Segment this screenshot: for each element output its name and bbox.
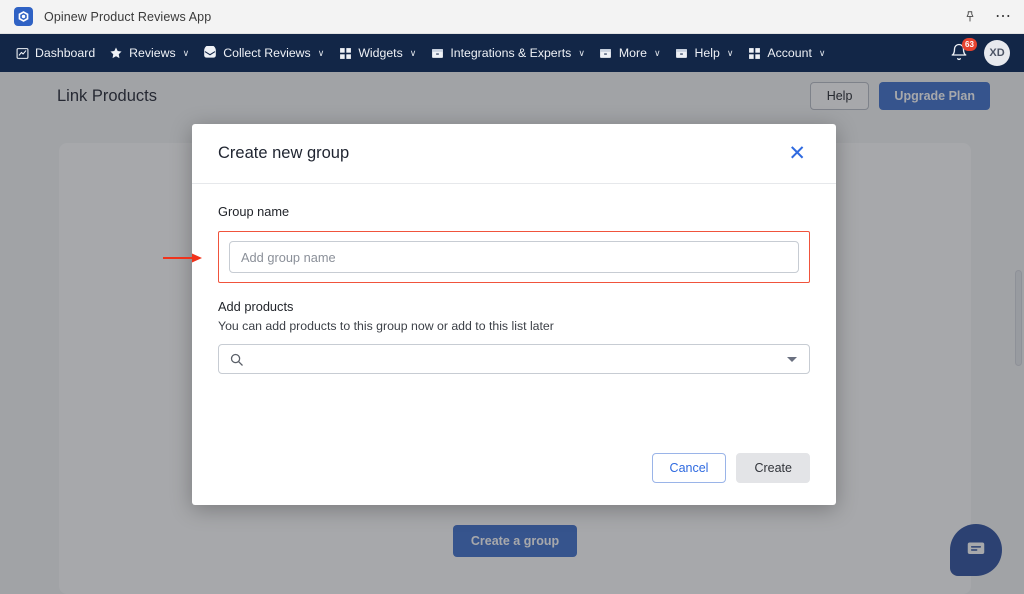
add-products-description: You can add products to this group now o…: [218, 319, 810, 333]
add-products-section: Add products You can add products to thi…: [218, 299, 810, 374]
chevron-down-icon: ∨: [819, 48, 826, 59]
nav-label: Reviews: [129, 46, 175, 60]
nav-label: Dashboard: [35, 46, 95, 60]
nav-item-integrations-experts[interactable]: Integrations & Experts ∨: [423, 41, 592, 65]
chevron-down-icon: ∨: [318, 48, 325, 59]
nav-item-help[interactable]: Help ∨: [668, 41, 741, 65]
modal-title: Create new group: [218, 144, 349, 163]
nav-label: Help: [695, 46, 720, 60]
chevron-down-icon: ∨: [183, 48, 190, 59]
modal-body: Group name Add products You can add prod…: [192, 184, 836, 431]
group-name-highlight-box: [218, 231, 810, 283]
chevron-down-icon[interactable]: [787, 357, 797, 362]
opinew-logo-icon: [14, 7, 33, 26]
modal-footer: Cancel Create: [192, 431, 836, 505]
nav-item-dashboard[interactable]: Dashboard: [8, 41, 102, 65]
grid-icon: [338, 46, 352, 60]
title-bar: Opinew Product Reviews App ⋯: [0, 0, 1024, 34]
navbar-right-actions: 63 XD: [950, 40, 1014, 66]
nav-item-reviews[interactable]: Reviews ∨: [102, 41, 196, 65]
box-icon: [675, 46, 689, 60]
nav-item-collect-reviews[interactable]: Collect Reviews ∨: [196, 41, 331, 65]
chevron-down-icon: ∨: [654, 48, 661, 59]
nav-item-account[interactable]: Account ∨: [740, 41, 832, 65]
add-products-title: Add products: [218, 299, 810, 314]
pin-icon[interactable]: [961, 8, 979, 26]
cancel-button[interactable]: Cancel: [652, 453, 727, 483]
star-icon: [109, 46, 123, 60]
search-icon: [229, 352, 244, 372]
chevron-down-icon: ∨: [410, 48, 417, 59]
group-name-label: Group name: [218, 204, 810, 219]
nav-label: Collect Reviews: [223, 46, 310, 60]
title-bar-actions: ⋯: [961, 8, 1012, 26]
close-icon[interactable]: ✕: [784, 141, 810, 166]
nav-label: Account: [767, 46, 811, 60]
nav-item-widgets[interactable]: Widgets ∨: [331, 41, 423, 65]
app-title: Opinew Product Reviews App: [44, 10, 211, 24]
nav-item-more[interactable]: More ∨: [592, 41, 668, 65]
chart-icon: [15, 46, 29, 60]
group-name-input[interactable]: [229, 241, 799, 273]
notifications-button[interactable]: 63: [950, 43, 970, 63]
product-search-field[interactable]: [218, 344, 810, 374]
modal-header: Create new group ✕: [192, 124, 836, 184]
box-icon: [599, 46, 613, 60]
box-icon: [430, 46, 444, 60]
app-window: Opinew Product Reviews App ⋯ Dashboard: [0, 0, 1024, 594]
avatar[interactable]: XD: [984, 40, 1010, 66]
nav-label: More: [619, 46, 647, 60]
product-search-input[interactable]: [219, 345, 809, 373]
main-navigation: Dashboard Reviews ∨ Collect Reviews ∨: [0, 34, 1024, 72]
create-button[interactable]: Create: [736, 453, 810, 483]
more-options-icon[interactable]: ⋯: [995, 12, 1012, 22]
grid-icon: [747, 46, 761, 60]
nav-label: Integrations & Experts: [450, 46, 571, 60]
create-new-group-modal: Create new group ✕ Group name Add produc…: [192, 124, 836, 505]
nav-label: Widgets: [358, 46, 402, 60]
notification-badge: 63: [962, 38, 977, 51]
envelope-icon: [203, 46, 217, 60]
chevron-down-icon: ∨: [578, 48, 585, 59]
chevron-down-icon: ∨: [727, 48, 734, 59]
